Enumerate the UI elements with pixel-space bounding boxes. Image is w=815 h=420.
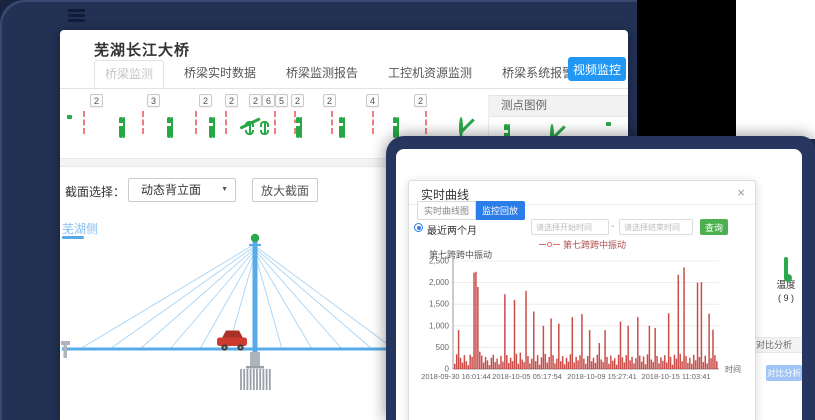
chain-sensor[interactable]	[119, 119, 123, 137]
svg-text:500: 500	[436, 343, 450, 352]
svg-text:2018-09-30 16:01:44: 2018-09-30 16:01:44	[421, 372, 491, 381]
sensor-marker-dash	[274, 111, 276, 134]
vibration-chart: 2,5002,0001,5001,00050002018-09-30 16:01…	[409, 255, 757, 395]
chevron-down-icon: ▼	[221, 179, 228, 201]
query-controls: 最近两个月 - 查询	[409, 219, 755, 235]
svg-text:2018-10-15 11:03:41: 2018-10-15 11:03:41	[641, 372, 710, 381]
end-time-input[interactable]	[619, 219, 693, 235]
close-icon[interactable]: ×	[737, 185, 745, 200]
temperature-sensor-block[interactable]: 温度 ( 9 )	[770, 259, 802, 303]
sensor-count-badge: 2	[90, 94, 103, 107]
section-select-dropdown[interactable]: 动态背立面 ▼	[128, 178, 236, 202]
last-two-months-label: 最近两个月	[427, 222, 477, 237]
enlarge-section-button[interactable]: 放大截面	[252, 178, 318, 202]
time-range-separator: -	[611, 221, 614, 232]
sensor-count-badge: 4	[366, 94, 379, 107]
query-button[interactable]: 查询	[700, 219, 728, 235]
sensor-count-badge: 5	[275, 94, 288, 107]
sensor-marker-dash	[83, 111, 85, 134]
chain-icon	[339, 117, 343, 138]
svg-text:时间: 时间	[725, 364, 741, 374]
ban-sensor[interactable]	[459, 119, 463, 137]
chain-sensor[interactable]	[393, 119, 397, 137]
sensor-marker-dash	[225, 111, 227, 134]
chain-sensor[interactable]	[339, 119, 343, 137]
temperature-count: ( 9 )	[770, 293, 802, 303]
bridge-diagram	[60, 228, 400, 420]
chain-icon	[119, 117, 123, 138]
realtime-curve-window-body: 温度 ( 9 ) 对比分析 对比分析 实时曲线 × 实时曲线图监控回放 最近两个…	[396, 149, 802, 420]
compare-analysis-button[interactable]: 对比分析	[766, 365, 802, 381]
dialog-tab-group: 实时曲线图监控回放	[417, 201, 525, 220]
svg-text:2018-10-05 05:17:54: 2018-10-05 05:17:54	[492, 372, 562, 381]
sensor-count-badge: 2	[199, 94, 212, 107]
sensor-count-badge: 2	[291, 94, 304, 107]
realtime-curve-window: 温度 ( 9 ) 对比分析 对比分析 实时曲线 × 实时曲线图监控回放 最近两个…	[386, 136, 815, 420]
sensor-marker-dash	[372, 111, 374, 134]
tower-sensor-icon	[251, 234, 259, 242]
background-black-area	[637, 0, 736, 139]
svg-text:2,000: 2,000	[429, 278, 450, 287]
chart-legend[interactable]: 第七跨跨中振动	[539, 238, 626, 251]
chain-sensor[interactable]	[296, 119, 300, 137]
chain-sensor[interactable]	[209, 119, 213, 137]
chain-icon	[209, 117, 213, 138]
svg-text:2,500: 2,500	[429, 257, 450, 266]
chain-icon	[393, 117, 397, 138]
chain-icon	[296, 117, 300, 138]
sensor-count-badge: 2	[323, 94, 336, 107]
legend-line-icon	[553, 244, 560, 246]
dialog-tab-2[interactable]: 监控回放	[476, 201, 525, 220]
sensor-count-badge: 2	[249, 94, 262, 107]
sensor-count-badge: 2	[414, 94, 427, 107]
section-select-value: 动态背立面	[141, 183, 201, 197]
sensor-count-badge: 3	[147, 94, 160, 107]
point-legend-title: 测点图例	[489, 95, 628, 117]
sensor-marker-dash	[425, 111, 427, 134]
start-time-input[interactable]	[531, 219, 609, 235]
sensor-count-badge: 2	[225, 94, 238, 107]
sensor-count-badge: 6	[262, 94, 275, 107]
hamburger-menu-icon[interactable]	[68, 9, 85, 22]
svg-text:2018-10-09 15:27:41: 2018-10-09 15:27:41	[567, 372, 637, 381]
sensor-marker-dash	[142, 111, 144, 134]
compare-analysis-header: 对比分析	[750, 337, 802, 353]
ban-icon	[459, 117, 463, 138]
svg-text:1,500: 1,500	[429, 300, 450, 309]
background-white-area	[736, 0, 815, 139]
chain-icon	[167, 117, 171, 138]
thermometer-icon	[784, 257, 788, 278]
desktop: 芜湖长江大桥 桥梁监测桥梁实时数据桥梁监测报告工控机资源监测桥梁系统报警 视频监…	[0, 0, 815, 420]
section-select-label: 截面选择：	[65, 183, 125, 200]
sensor-marker-dash	[331, 111, 333, 134]
legend-line-icon	[539, 244, 546, 246]
legend-series-label: 第七跨跨中振动	[563, 238, 626, 251]
last-two-months-radio[interactable]	[414, 223, 423, 232]
legend-circle-icon	[547, 242, 552, 247]
sensor-marker-dash	[195, 111, 197, 134]
svg-text:1,000: 1,000	[429, 321, 450, 330]
chain-sensor[interactable]	[167, 119, 171, 137]
dialog-tab-1[interactable]: 实时曲线图	[417, 201, 476, 220]
realtime-curve-dialog: 实时曲线 × 实时曲线图监控回放 最近两个月 - 查询 第七跨跨中振动	[408, 180, 756, 420]
